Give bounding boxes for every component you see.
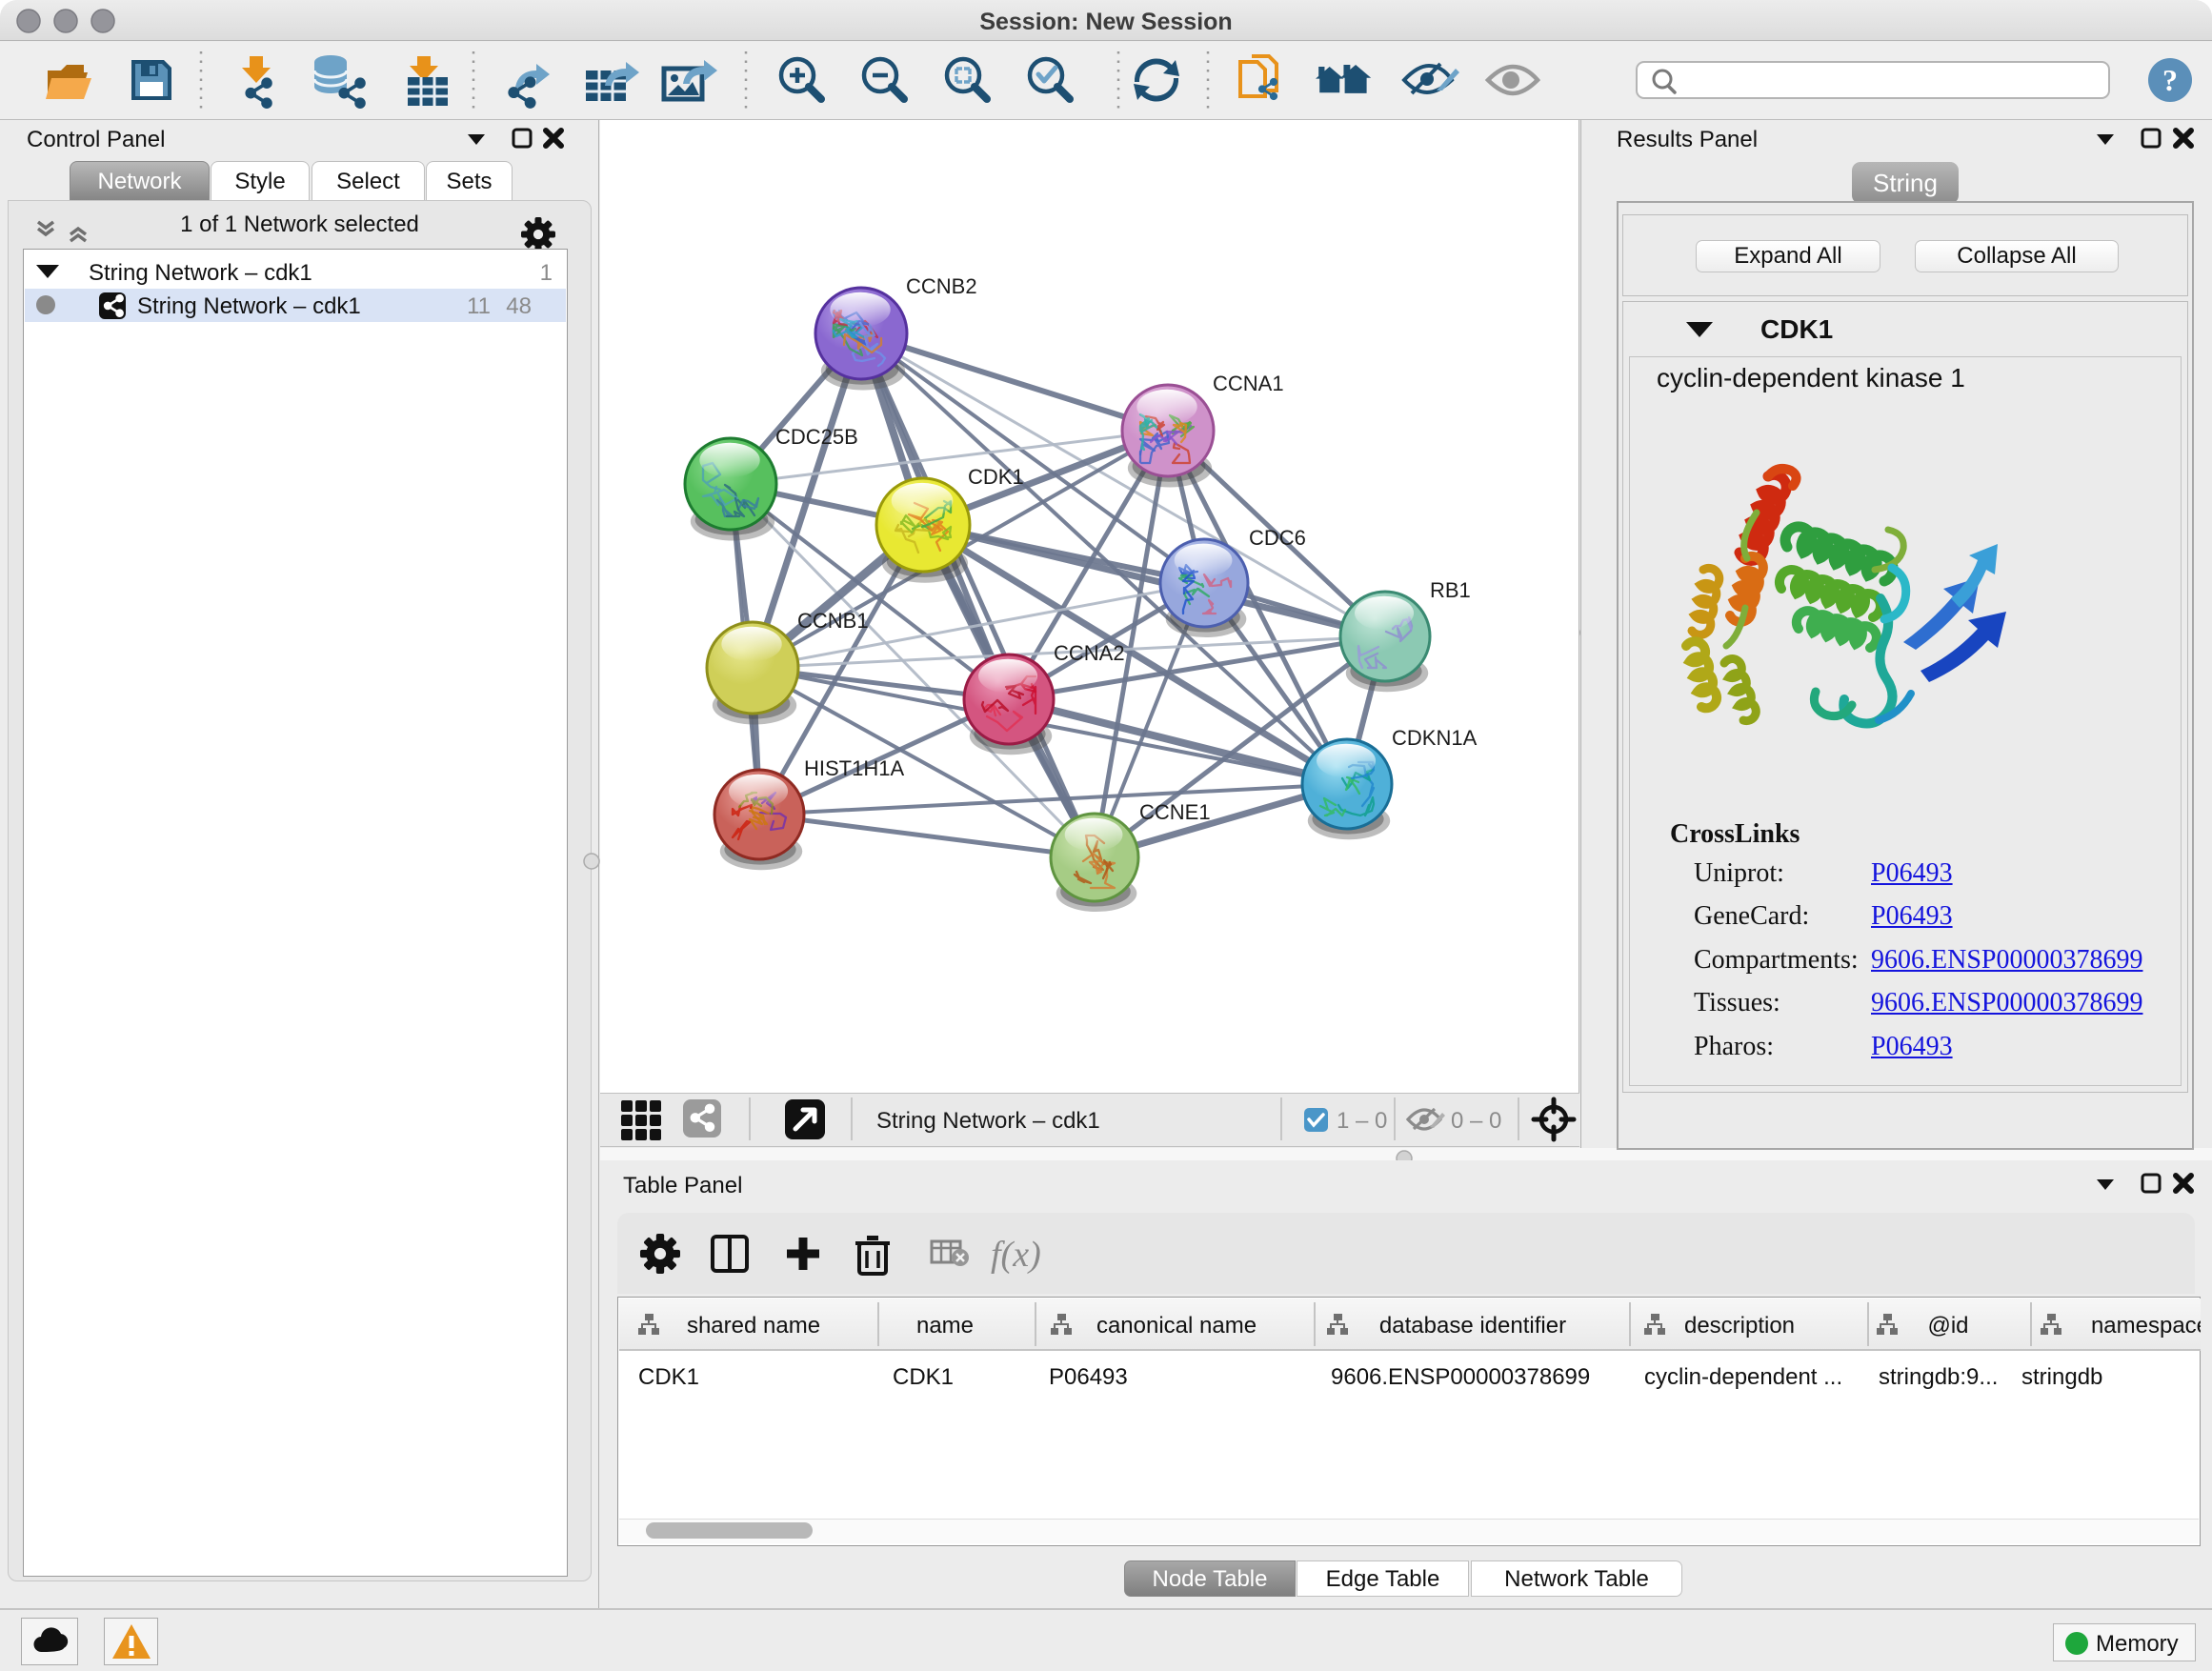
svg-text:String Network – cdk1: String Network – cdk1 [876,1108,1100,1134]
svg-text:shared name: shared name [687,1313,820,1339]
svg-text:1 – 0: 1 – 0 [1337,1108,1387,1134]
svg-text:CCNB1: CCNB1 [797,609,869,633]
svg-text:database identifier: database identifier [1379,1313,1566,1339]
svg-text:CCNA1: CCNA1 [1213,372,1284,395]
svg-text:CDC25B: CDC25B [775,425,858,449]
svg-text:f(x): f(x) [991,1235,1041,1275]
svg-text:CDKN1A: CDKN1A [1392,726,1478,750]
svg-text:description: description [1684,1313,1795,1339]
svg-text:CCNB2: CCNB2 [906,274,977,298]
svg-text:name: name [916,1313,974,1339]
svg-text:CDC6: CDC6 [1249,526,1306,550]
svg-text:RB1: RB1 [1430,578,1471,602]
svg-text:HIST1H1A: HIST1H1A [804,756,904,780]
svg-text:0 – 0: 0 – 0 [1451,1108,1501,1134]
svg-text:namespace: namespace [2091,1313,2201,1339]
svg-text:canonical name: canonical name [1096,1313,1257,1339]
svg-text:CCNE1: CCNE1 [1139,800,1211,824]
svg-text:CCNA2: CCNA2 [1054,641,1125,665]
svg-text:?: ? [2162,63,2178,97]
svg-text:CDK1: CDK1 [968,465,1024,489]
svg-text:@id: @id [1927,1313,1968,1339]
